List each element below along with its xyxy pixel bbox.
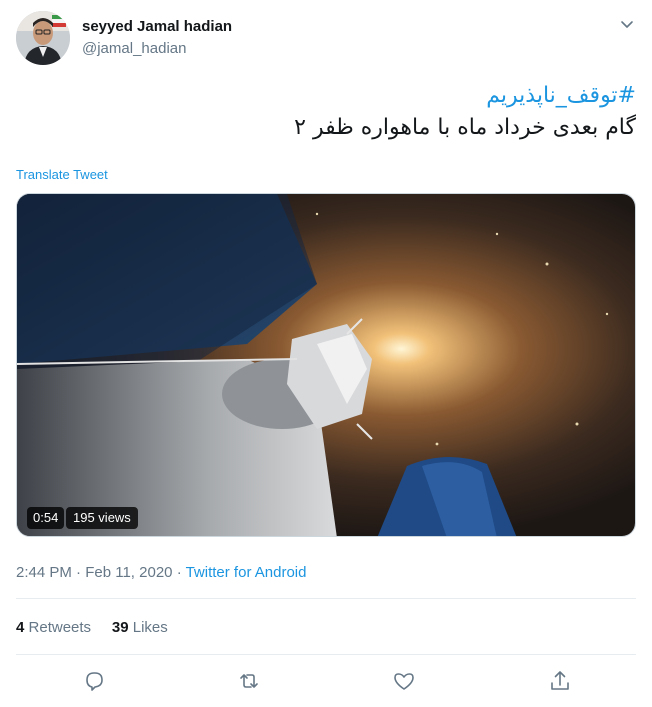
video-thumbnail (17, 194, 635, 536)
user-name[interactable]: seyyed Jamal hadian (82, 18, 232, 35)
user-handle[interactable]: @jamal_hadian (82, 40, 186, 57)
chevron-down-icon[interactable] (617, 14, 637, 34)
hashtag-link[interactable]: #توقف_ناپذیریم (486, 83, 636, 108)
tweet-stats: 4 Retweets 39 Likes (16, 619, 168, 636)
reply-icon[interactable] (81, 668, 107, 694)
like-icon[interactable] (391, 668, 417, 694)
retweets-label: Retweets (28, 619, 92, 636)
divider (16, 654, 636, 655)
likes-label: Likes (132, 619, 168, 636)
divider (16, 598, 636, 599)
retweet-icon[interactable] (236, 668, 262, 694)
tweet-date[interactable]: Feb 11, 2020 (85, 564, 172, 581)
meta-separator: · (176, 564, 182, 581)
translate-tweet-link[interactable]: Translate Tweet (16, 167, 108, 182)
likes-stat[interactable]: 39 Likes (112, 619, 168, 636)
video-duration-badge: 0:54 (27, 507, 65, 529)
video-player[interactable] (16, 193, 636, 537)
share-icon[interactable] (547, 668, 573, 694)
tweet-time[interactable]: 2:44 PM (16, 564, 72, 581)
video-views-badge: 195 views (66, 507, 138, 529)
avatar[interactable] (16, 11, 70, 65)
retweets-count: 4 (16, 619, 25, 636)
tweet-meta: 2:44 PM · Feb 11, 2020 · Twitter for And… (16, 564, 306, 581)
tweet-source-link[interactable]: Twitter for Android (186, 564, 307, 581)
tweet-text: گام بعدی خرداد ماه با ماهواره ظفر ۲ (294, 115, 636, 140)
meta-separator: · (76, 564, 82, 581)
retweets-stat[interactable]: 4 Retweets (16, 619, 91, 636)
likes-count: 39 (111, 619, 129, 636)
